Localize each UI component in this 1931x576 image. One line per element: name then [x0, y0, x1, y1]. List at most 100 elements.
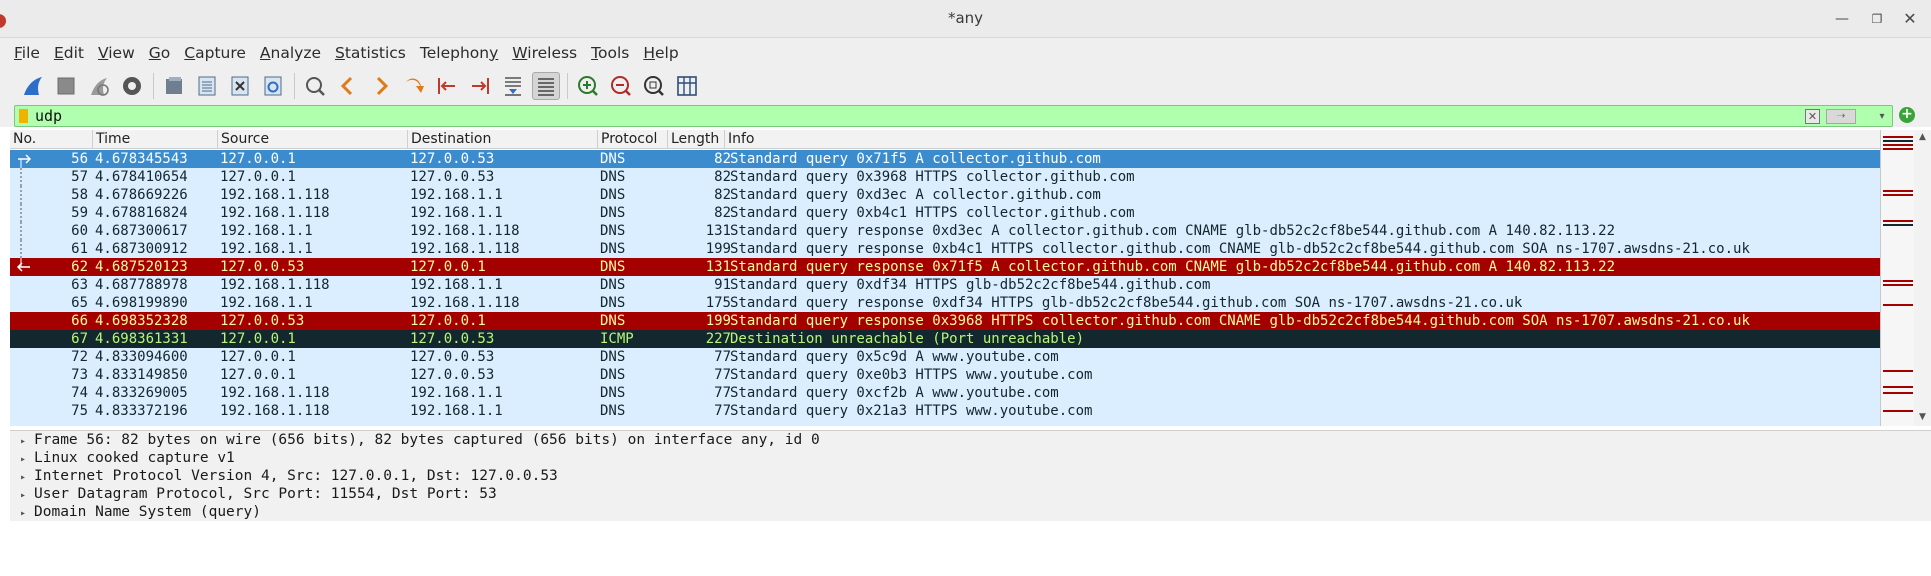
- table-row[interactable]: 67 4.698361331 127.0.0.1 127.0.0.53 ICMP 227 D…: [10, 330, 1880, 348]
- packet-source: 192.168.1.118: [220, 385, 330, 401]
- open-file-icon[interactable]: [160, 72, 188, 100]
- packet-protocol: DNS: [600, 385, 626, 401]
- table-row[interactable]: 60 4.687300617 192.168.1.1 192.168.1.118 DNS…: [10, 222, 1880, 240]
- chevron-down-icon[interactable]: ▾: [1876, 109, 1888, 124]
- menu-go[interactable]: Go: [149, 44, 171, 62]
- menu-tools[interactable]: Tools: [591, 44, 629, 62]
- go-to-packet-icon[interactable]: [400, 72, 428, 100]
- packet-length: 82: [714, 151, 731, 167]
- packet-info: Standard query 0xd3ec A collector.github…: [730, 187, 1101, 203]
- go-back-icon[interactable]: [334, 72, 362, 100]
- table-row[interactable]: 72 4.833094600 127.0.0.1 127.0.0.53 DNS 77 Sta…: [10, 348, 1880, 366]
- autoscroll-icon[interactable]: [499, 72, 527, 100]
- response-marker-icon: [14, 258, 34, 276]
- bookmark-icon[interactable]: [19, 109, 28, 123]
- table-row[interactable]: 74 4.833269005 192.168.1.118 192.168.1.1 DNS…: [10, 384, 1880, 402]
- display-filter-input[interactable]: udp ✕ ➝ ▾: [14, 105, 1893, 127]
- detail-row-linux-cooked[interactable]: ▸ Linux cooked capture v1: [10, 449, 235, 467]
- menu-wireless[interactable]: Wireless: [512, 44, 577, 62]
- menu-file[interactable]: File: [14, 44, 40, 62]
- table-row[interactable]: 63 4.687788978 192.168.1.118 192.168.1.1 DNS…: [10, 276, 1880, 294]
- go-forward-icon[interactable]: [367, 72, 395, 100]
- normal-size-icon[interactable]: [640, 72, 668, 100]
- table-row[interactable]: 57 4.678410654 127.0.0.1 127.0.0.53 DNS 82 Sta…: [10, 168, 1880, 186]
- menu-help[interactable]: Help: [643, 44, 678, 62]
- table-row[interactable]: 65 4.698199890 192.168.1.1 192.168.1.118 DNS…: [10, 294, 1880, 312]
- packet-info: Standard query response 0xb4c1 HTTPS col…: [730, 241, 1750, 257]
- add-filter-button-icon[interactable]: +: [1899, 107, 1915, 123]
- apply-filter-icon[interactable]: ➝: [1826, 109, 1856, 124]
- shark-fin-icon[interactable]: [19, 72, 47, 100]
- zoom-in-icon[interactable]: [574, 72, 602, 100]
- minimap-mark: [1883, 144, 1913, 146]
- packet-destination: 127.0.0.53: [410, 169, 495, 185]
- first-packet-icon[interactable]: [433, 72, 461, 100]
- packet-length: 131: [705, 259, 731, 275]
- packet-source: 192.168.1.118: [220, 187, 330, 203]
- column-header-length[interactable]: Length: [668, 130, 725, 149]
- colorize-icon[interactable]: [532, 72, 560, 100]
- conversation-line-icon: [14, 168, 34, 186]
- clear-filter-icon[interactable]: ✕: [1805, 109, 1820, 124]
- close-icon[interactable]: ✕: [1899, 8, 1921, 30]
- packet-protocol: DNS: [600, 295, 626, 311]
- detail-row-ipv4[interactable]: ▸ Internet Protocol Version 4, Src: 127.0…: [10, 467, 558, 485]
- packet-minimap[interactable]: [1880, 130, 1914, 426]
- restart-icon[interactable]: [85, 72, 113, 100]
- detail-row-frame[interactable]: ▸ Frame 56: 82 bytes on wire (656 bits), …: [10, 431, 820, 449]
- resize-columns-icon[interactable]: [673, 72, 701, 100]
- table-row[interactable]: 61 4.687300912 192.168.1.1 192.168.1.118 DNS…: [10, 240, 1880, 258]
- minimize-icon[interactable]: —: [1831, 8, 1853, 30]
- packet-source: 127.0.0.1: [220, 349, 296, 365]
- detail-row-text: User Datagram Protocol, Src Port: 11554,…: [34, 486, 497, 502]
- table-row[interactable]: 66 4.698352328 127.0.0.53 127.0.0.1 DNS 199 St…: [10, 312, 1880, 330]
- reload-icon[interactable]: [259, 72, 287, 100]
- table-row-partial[interactable]: [10, 420, 1880, 426]
- packet-info: Standard query response 0x71f5 A collect…: [730, 259, 1616, 275]
- menu-telephony[interactable]: Telephony: [420, 44, 498, 62]
- menu-statistics[interactable]: Statistics: [335, 44, 406, 62]
- zoom-out-icon[interactable]: [607, 72, 635, 100]
- detail-row-udp[interactable]: ▸ User Datagram Protocol, Src Port: 11554…: [10, 485, 497, 503]
- column-header-info[interactable]: Info: [725, 130, 1908, 149]
- packet-time: 4.678345543: [95, 151, 188, 167]
- expand-triangle-icon[interactable]: ▸: [20, 505, 34, 523]
- table-row[interactable]: 58 4.678669226 192.168.1.118 192.168.1.1 DNS…: [10, 186, 1880, 204]
- menu-edit[interactable]: Edit: [54, 44, 84, 62]
- packet-time: 4.678669226: [95, 187, 188, 203]
- filter-text[interactable]: udp: [35, 107, 62, 125]
- packet-destination: 127.0.0.53: [410, 367, 495, 383]
- table-row[interactable]: 56 4.678345543 127.0.0.1 127.0.0.53 DNS 82 Sta…: [10, 150, 1880, 168]
- table-row[interactable]: 62 4.687520123 127.0.0.53 127.0.0.1 DNS 131 St…: [10, 258, 1880, 276]
- scroll-down-icon[interactable]: ▼: [1917, 412, 1928, 423]
- restore-icon[interactable]: ❐: [1866, 8, 1888, 30]
- capture-options-icon[interactable]: [118, 72, 146, 100]
- menu-bar: File Edit View Go Capture Analyze Statistics Te…: [0, 38, 1931, 67]
- table-row[interactable]: 73 4.833149850 127.0.0.1 127.0.0.53 DNS 77 Sta…: [10, 366, 1880, 384]
- detail-row-dns[interactable]: ▸ Domain Name System (query): [10, 503, 261, 521]
- toolbar-separator: [153, 73, 154, 99]
- packet-source: 192.168.1.1: [220, 295, 313, 311]
- column-header-destination[interactable]: Destination: [408, 130, 598, 149]
- packet-info: Standard query 0xcf2b A www.youtube.com: [730, 385, 1059, 401]
- packet-info: Standard query 0x3968 HTTPS collector.gi…: [730, 169, 1135, 185]
- packet-time: 4.698199890: [95, 295, 188, 311]
- packet-list-scrollbar[interactable]: ▲ ▼: [1914, 130, 1931, 426]
- column-header-no[interactable]: No.: [10, 130, 93, 149]
- find-packet-icon[interactable]: [301, 72, 329, 100]
- close-file-icon[interactable]: [226, 72, 254, 100]
- table-row[interactable]: 75 4.833372196 192.168.1.118 192.168.1.1 DNS…: [10, 402, 1880, 420]
- save-file-icon[interactable]: [193, 72, 221, 100]
- detail-row-text: Frame 56: 82 bytes on wire (656 bits), 8…: [34, 432, 820, 448]
- menu-analyze[interactable]: Analyze: [260, 44, 321, 62]
- table-row[interactable]: 59 4.678816824 192.168.1.118 192.168.1.1 DNS…: [10, 204, 1880, 222]
- menu-view[interactable]: View: [98, 44, 135, 62]
- packet-destination: 192.168.1.118: [410, 223, 520, 239]
- column-header-source[interactable]: Source: [218, 130, 408, 149]
- stop-icon[interactable]: [52, 72, 80, 100]
- column-header-time[interactable]: Time: [93, 130, 218, 149]
- menu-capture[interactable]: Capture: [184, 44, 246, 62]
- scroll-up-icon[interactable]: ▲: [1917, 132, 1928, 143]
- last-packet-icon[interactable]: [466, 72, 494, 100]
- column-header-protocol[interactable]: Protocol: [598, 130, 668, 149]
